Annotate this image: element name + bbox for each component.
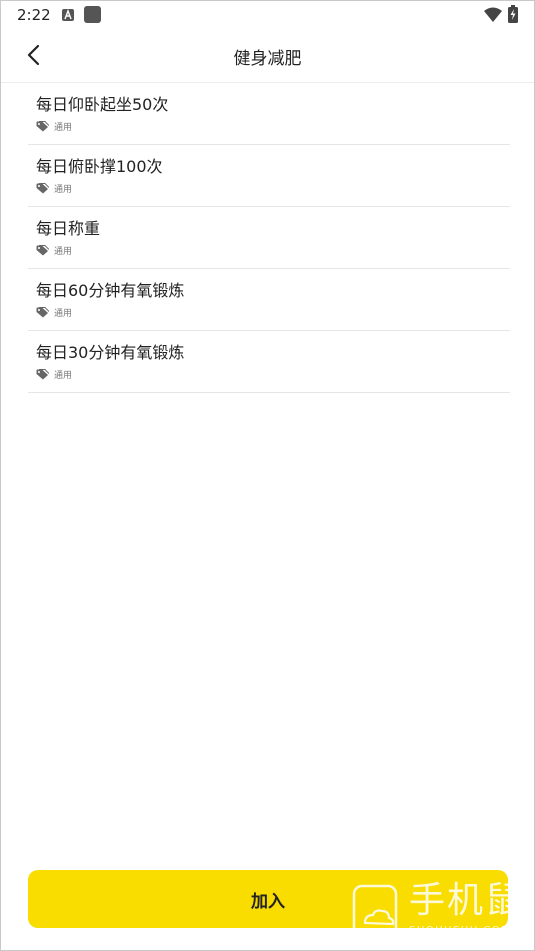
tag-label: 通用 [54, 122, 73, 133]
top-app-bar: 健身减肥 [1, 29, 534, 83]
app-screen: 2:22 健身减肥 每日仰卧起坐50次 通用 每日俯卧撑100次 通用 每日称重… [0, 0, 535, 951]
tag-label: 通用 [54, 246, 73, 257]
task-title: 每日仰卧起坐50次 [36, 95, 169, 114]
square-notification-icon [84, 6, 101, 23]
task-title: 每日称重 [36, 219, 101, 238]
list-item[interactable]: 每日俯卧撑100次 通用 [28, 145, 510, 207]
task-title: 每日30分钟有氧锻炼 [36, 343, 185, 362]
tag-icon [36, 368, 49, 379]
wifi-icon [484, 7, 502, 26]
battery-charging-icon [508, 5, 518, 27]
status-time: 2:22 [17, 6, 51, 24]
status-bar: 2:22 [1, 1, 534, 29]
a-notification-icon [62, 9, 74, 21]
task-title: 每日60分钟有氧锻炼 [36, 281, 185, 300]
tag-label: 通用 [54, 308, 73, 319]
task-tag: 通用 [36, 305, 72, 319]
task-tag: 通用 [36, 181, 72, 195]
list-item[interactable]: 每日60分钟有氧锻炼 通用 [28, 269, 510, 331]
page-title: 健身减肥 [233, 49, 302, 69]
tag-icon [36, 182, 49, 193]
list-item[interactable]: 每日仰卧起坐50次 通用 [28, 83, 510, 145]
list-item[interactable]: 每日30分钟有氧锻炼 通用 [28, 331, 510, 393]
tag-label: 通用 [54, 370, 73, 381]
tag-icon [36, 120, 49, 131]
tag-icon [36, 244, 49, 255]
join-button[interactable]: 加入 [28, 870, 508, 928]
task-title: 每日俯卧撑100次 [36, 157, 163, 176]
task-tag: 通用 [36, 243, 72, 257]
tag-label: 通用 [54, 184, 73, 195]
list-item[interactable]: 每日称重 通用 [28, 207, 510, 269]
task-tag: 通用 [36, 367, 72, 381]
task-tag: 通用 [36, 119, 72, 133]
task-list: 每日仰卧起坐50次 通用 每日俯卧撑100次 通用 每日称重 通用 每日60分钟… [28, 83, 510, 393]
tag-icon [36, 306, 49, 317]
